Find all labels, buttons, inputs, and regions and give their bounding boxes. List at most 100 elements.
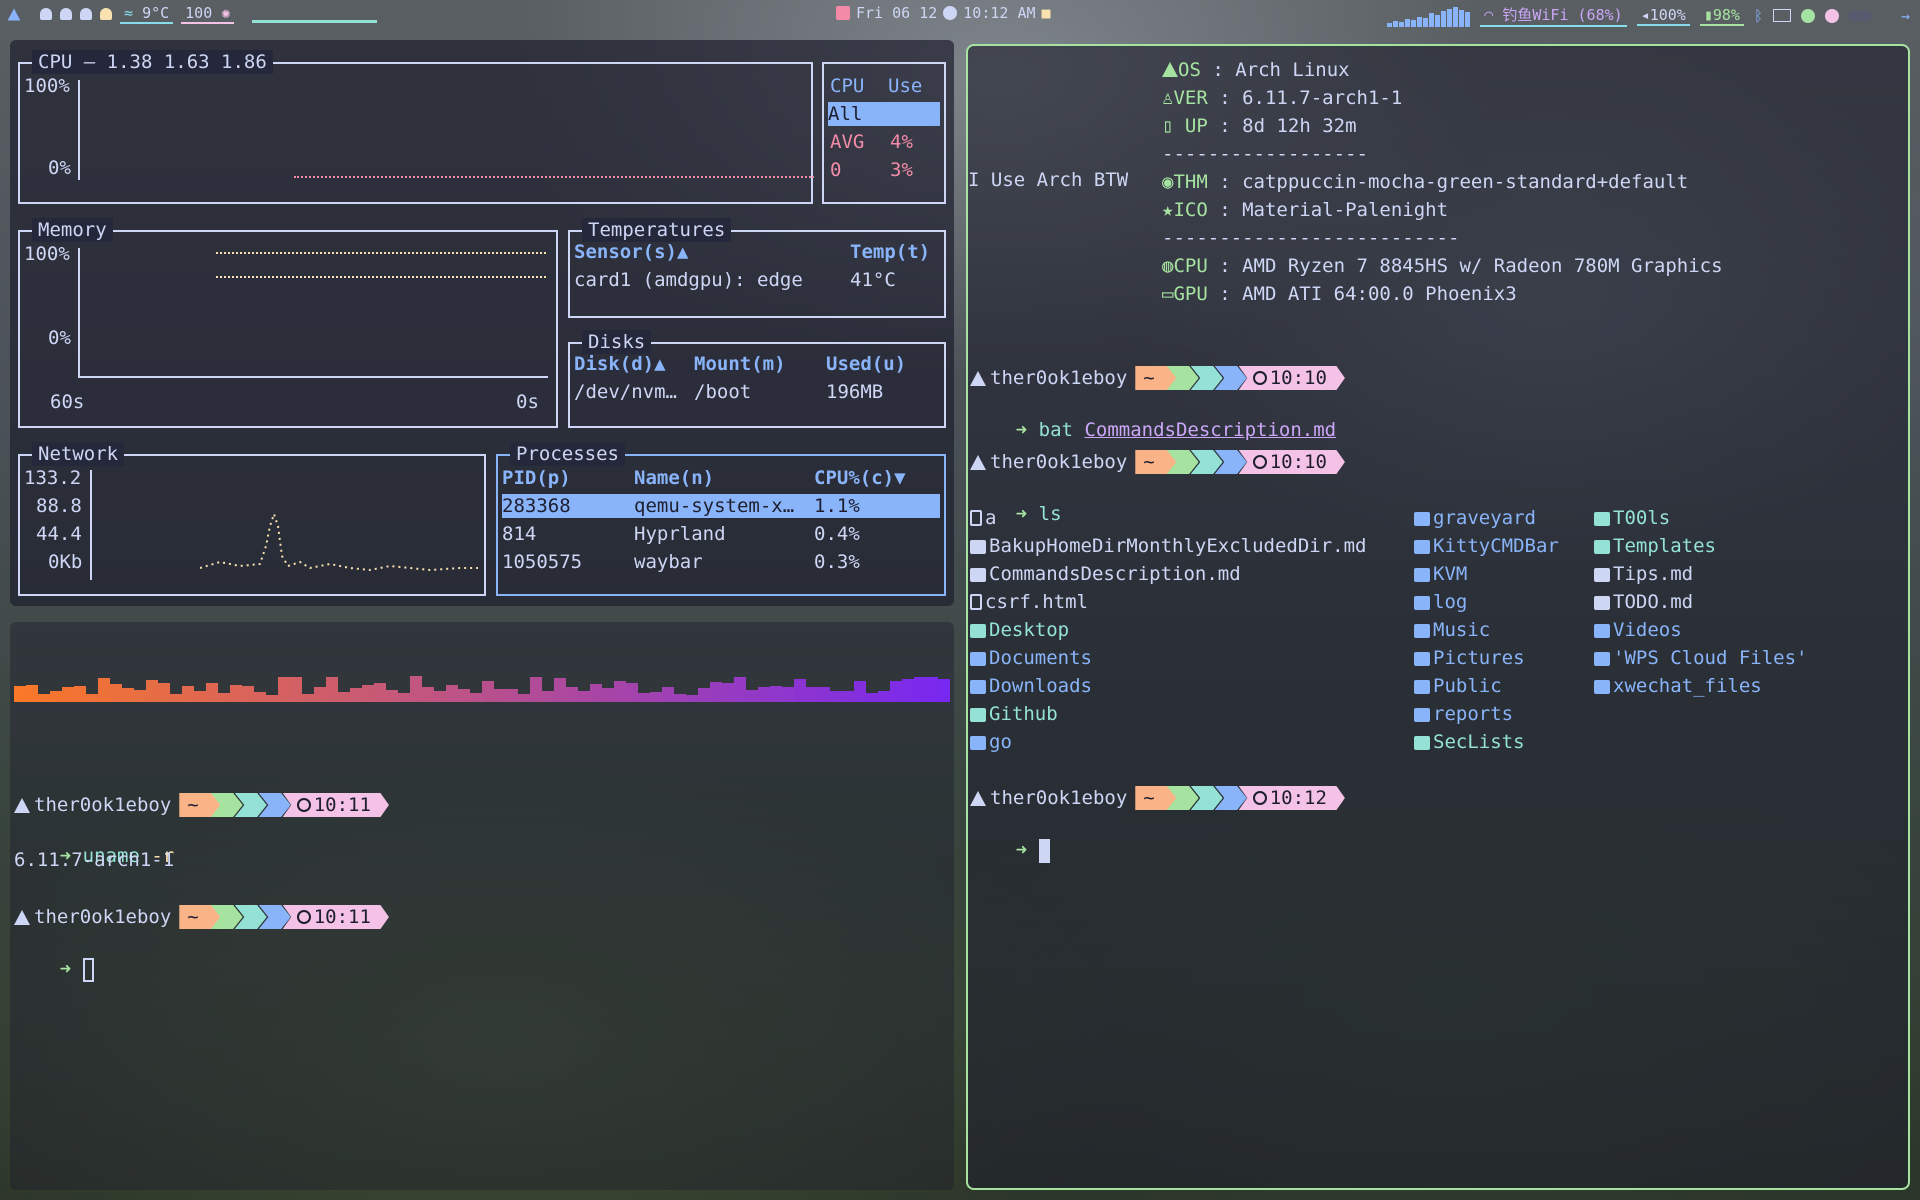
ls-entry[interactable]: CommandsDescription.md [970, 562, 1241, 586]
arch-prompt-icon [970, 790, 986, 806]
cava-bar [86, 694, 98, 702]
cava-bar [170, 694, 182, 702]
left-input-line[interactable]: ➜ [14, 933, 94, 1006]
tray-app2-icon[interactable] [1848, 10, 1871, 21]
ls-entry-name: KVM [1433, 563, 1468, 585]
media-progress[interactable] [252, 19, 378, 23]
cava-bar [818, 687, 830, 702]
cava-bar [926, 677, 938, 702]
cpu-list-row-all[interactable]: All [828, 102, 940, 126]
cava-bar [782, 687, 794, 702]
ls-entry[interactable]: TODO.md [1594, 590, 1693, 614]
proc-row-1-pid[interactable]: 814 [502, 522, 536, 546]
proc-row-2-name[interactable]: waybar [634, 550, 703, 574]
workspace-3-icon[interactable] [80, 8, 92, 20]
fetch-cpu-val: : AMD Ryzen 7 8845HS w/ Radeon 780M Grap… [1219, 255, 1723, 277]
ls-entry[interactable]: go [970, 730, 1012, 754]
temp-header-temp[interactable]: Temp(t) [850, 240, 930, 264]
top-bar-left: ≈ 9°C 100 ✺ [6, 4, 378, 24]
terminal-cursor [1038, 838, 1050, 863]
cava-bar [326, 677, 338, 702]
workspace-1-icon[interactable] [40, 8, 52, 20]
proc-row-0-name[interactable]: qemu-system-x… [634, 494, 794, 518]
clock-widget[interactable]: Fri 06 12 10:12 AM ■ [836, 4, 1051, 22]
fetch-thm-val: : catppuccin-mocha-green-standard+defaul… [1219, 171, 1689, 193]
ls-entry[interactable]: Downloads [970, 674, 1092, 698]
ls-entry[interactable]: Tips.md [1594, 562, 1693, 586]
audio-visualizer [1387, 5, 1471, 27]
ls-entry[interactable]: T00ls [1594, 506, 1670, 530]
cava-bar [566, 687, 578, 702]
ls-entry[interactable]: graveyard [1414, 506, 1536, 530]
proc-row-2-pid[interactable]: 1050575 [502, 550, 582, 574]
ls-entry[interactable]: 'WPS Cloud Files' [1594, 646, 1807, 670]
ls-entry[interactable]: a [970, 506, 996, 530]
disk-header-disk[interactable]: Disk(d)▲ [574, 352, 666, 376]
cpu-box: CPU — 1.38 1.63 1.86 100% 0% [18, 50, 814, 204]
temp-value: 41°C [850, 269, 896, 291]
ls-entry[interactable]: Music [1414, 618, 1490, 642]
keyboard-icon[interactable] [1772, 9, 1791, 22]
weather-icon: ≈ [124, 4, 134, 22]
ls-entry[interactable]: csrf.html [970, 590, 1088, 614]
weather-widget[interactable]: ≈ 9°C [120, 4, 174, 24]
wechat-icon[interactable] [1800, 8, 1815, 23]
fetch-up-val: : 8d 12h 32m [1219, 115, 1357, 137]
proc-row-1-name[interactable]: Hyprland [634, 522, 726, 546]
cava-bar [410, 676, 422, 702]
cava-bar [194, 691, 206, 702]
volume-widget[interactable]: ◂100% [1636, 6, 1690, 26]
disk-header-mount[interactable]: Mount(m) [694, 352, 786, 376]
workspace-active-icon[interactable] [100, 8, 112, 20]
wifi-widget[interactable]: ◠ 钓鱼WiFi (68%) [1480, 4, 1627, 27]
proc-row-0-pid[interactable]: 283368 [502, 494, 571, 518]
battery-widget[interactable]: ▮98% [1699, 6, 1744, 26]
ls-entry[interactable]: Public [1414, 674, 1502, 698]
ls-entry[interactable]: reports [1414, 702, 1513, 726]
folder-icon [1594, 624, 1610, 638]
ls-entry[interactable]: SecLists [1414, 730, 1525, 754]
left-terminal-window[interactable]: ther0ok1eboy ~ 10:11 ➜ uname -r 6.11.7-a… [10, 622, 954, 1190]
proc-row-1-cpu[interactable]: 0.4% [814, 522, 860, 546]
cmd-file-link[interactable]: CommandsDescription.md [1084, 419, 1336, 441]
ls-entry[interactable]: Templates [1594, 534, 1716, 558]
cava-bar [14, 686, 26, 702]
cava-bar [842, 691, 854, 702]
proc-row-2-cpu[interactable]: 0.3% [814, 550, 860, 574]
notification-arrow-icon[interactable]: → [1901, 7, 1910, 25]
ls-entry[interactable]: xwechat_files [1594, 674, 1762, 698]
ls-entry[interactable]: BakupHomeDirMonthlyExcludedDir.md [970, 534, 1367, 558]
arch-logo-icon[interactable] [7, 8, 21, 20]
right-terminal-window[interactable]: I Use Arch BTW OS : Arch Linux ♙VER : 6.… [966, 44, 1910, 1190]
cpu-ymax: 100% [24, 75, 70, 97]
ls-entry[interactable]: KittyCMDBar [1414, 534, 1559, 558]
ls-entry[interactable]: Pictures [1414, 646, 1525, 670]
btop-window[interactable]: CPU — 1.38 1.63 1.86 100% 0% CPU Use All… [10, 40, 954, 606]
disk-header-used[interactable]: Used(u) [826, 352, 906, 376]
ls-entry[interactable]: log [1414, 590, 1467, 614]
fetch-os-row: OS : Arch Linux [1162, 58, 1350, 82]
proc-header-cpu[interactable]: CPU%(c)▼ [814, 466, 906, 490]
proc-header-pid[interactable]: PID(p) [502, 466, 571, 490]
proc-header-name[interactable]: Name(n) [634, 466, 714, 490]
temp-header-sensor[interactable]: Sensor(s)▲ [574, 240, 688, 264]
proc-row-0-cpu[interactable]: 1.1% [814, 494, 860, 518]
cava-bar [362, 685, 374, 702]
workspace-2-icon[interactable] [60, 8, 72, 20]
brightness-widget[interactable]: 100 ✺ [181, 4, 235, 24]
tray-app-icon[interactable] [1824, 8, 1839, 23]
ls-entry[interactable]: Github [970, 702, 1058, 726]
cava-bar [506, 689, 518, 702]
bluetooth-icon[interactable]: ᛒ [1754, 7, 1763, 25]
right-input-line[interactable]: ➜ [970, 814, 1050, 887]
arch-icon [1162, 62, 1178, 77]
ls-entry[interactable]: Documents [970, 646, 1092, 670]
ls-entry[interactable]: Videos [1594, 618, 1682, 642]
lock-icon[interactable]: ■ [1042, 4, 1051, 22]
folder-icon [1414, 708, 1430, 722]
cava-bar [770, 686, 782, 702]
ls-entry-name: TODO.md [1613, 591, 1694, 613]
ls-entry[interactable]: KVM [1414, 562, 1467, 586]
ls-entry[interactable]: Desktop [970, 618, 1069, 642]
markdown-file-icon [970, 540, 986, 554]
